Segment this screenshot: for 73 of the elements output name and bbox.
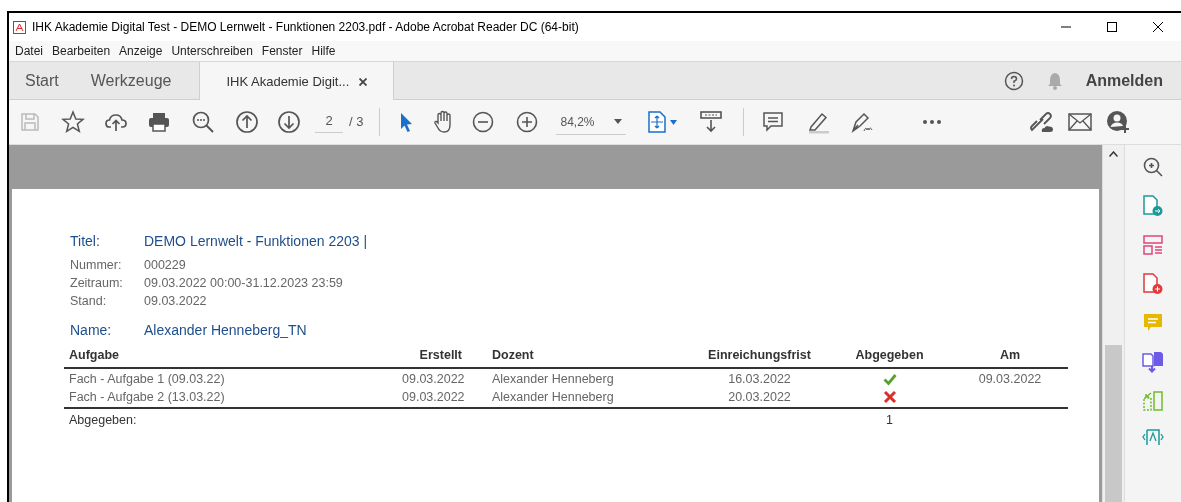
table-cell-text: Fach - Aufgabe 1 (09.03.22) <box>68 370 226 388</box>
menu-item[interactable]: Bearbeiten <box>51 42 112 60</box>
scroll-up-icon[interactable] <box>1109 151 1118 157</box>
combine-files-icon[interactable] <box>1142 351 1164 373</box>
field-label: Titel: <box>70 232 101 251</box>
table-cell-text: Alexander Henneberg <box>491 388 615 406</box>
close-tab-icon[interactable] <box>359 77 368 86</box>
summary-label: Abgegeben: <box>68 411 138 429</box>
add-user-icon[interactable] <box>1106 110 1131 134</box>
highlighter-icon[interactable] <box>806 110 831 134</box>
field-label: Nummer: <box>70 257 123 274</box>
column-header: Erstellt <box>418 347 462 364</box>
pdf-app-icon <box>13 20 26 34</box>
sign-in-button[interactable]: Anmelden <box>1085 68 1163 93</box>
page-number-field[interactable]: 2 <box>315 110 343 134</box>
table-cell-text: 09.03.2022 <box>977 370 1043 388</box>
create-pdf-icon[interactable] <box>1143 273 1163 295</box>
menu-item[interactable]: Datei <box>14 42 44 60</box>
zoom-in-icon[interactable] <box>516 111 539 133</box>
tab[interactable]: IHK Akademie Digit... <box>199 62 395 101</box>
field-value: 09.03.2022 <box>144 293 207 310</box>
fit-page-button[interactable] <box>648 111 678 133</box>
column-header: Aufgabe <box>68 347 120 364</box>
window-title: IHK Akademie Digital Test - DEMO Lernwelt - Funktionen 2203.pdf - Adobe Acrobat Reader DC (64-bit) <box>32 19 579 36</box>
scrollbar-thumb[interactable] <box>1105 345 1122 502</box>
star-icon[interactable] <box>61 110 85 134</box>
export-pdf-icon[interactable] <box>1143 195 1163 217</box>
caret-icon <box>614 119 623 124</box>
scrollbar[interactable] <box>1102 145 1124 502</box>
zoom-out-icon[interactable] <box>472 111 495 133</box>
organize-pages-icon[interactable] <box>1143 235 1163 255</box>
summary-count: 1 <box>885 411 894 429</box>
column-header: Dozent <box>491 347 535 364</box>
tab[interactable]: Start <box>9 62 75 100</box>
table-cell-text: 16.03.2022 <box>727 370 792 388</box>
caret-icon <box>670 119 678 125</box>
page-up-icon[interactable] <box>235 110 259 134</box>
table-cell-text: 20.03.2022 <box>727 388 792 406</box>
field-value: 000229 <box>144 257 186 274</box>
menu-item[interactable]: Hilfe <box>310 42 337 60</box>
mail-icon[interactable] <box>1068 112 1093 132</box>
column-header: Einreichungsfrist <box>707 347 812 364</box>
table-cell-text: 09.03.2022 <box>402 388 462 406</box>
table-cell-text: Alexander Henneberg <box>491 370 615 388</box>
fit-page-icon <box>648 111 667 133</box>
tab[interactable]: Werkzeuge <box>74 62 188 100</box>
zoom-icon[interactable] <box>1143 157 1163 177</box>
column-header: Am <box>998 347 1022 364</box>
table-cell-text: 09.03.2022 <box>402 370 462 388</box>
field-value: 09.03.2022 00:00-31.12.2023 23:59 <box>144 275 343 292</box>
more-icon[interactable] <box>922 119 943 125</box>
comment-icon[interactable] <box>762 111 785 133</box>
table-cell-text: Fach - Aufgabe 2 (13.03.22) <box>68 388 226 406</box>
field-label: Zeitraum: <box>70 275 124 292</box>
zoom-dropdown[interactable]: 84,2% <box>556 109 627 135</box>
search-icon[interactable] <box>191 110 215 134</box>
participant-name: Alexander Henneberg_TN <box>144 321 307 340</box>
menu-item[interactable]: Fenster <box>260 42 304 60</box>
field-label: Stand: <box>70 293 108 310</box>
convert-pdf-icon[interactable] <box>1142 429 1164 445</box>
field-label: Name: <box>70 321 113 340</box>
help-icon[interactable] <box>1003 70 1024 91</box>
document-title: DEMO Lernwelt - Funktionen 2203 | <box>144 232 368 251</box>
page-down-icon[interactable] <box>277 110 301 134</box>
pen-sign-icon[interactable] <box>850 110 875 134</box>
zoom-value: 84,2% <box>560 113 595 131</box>
column-header: Abgegeben <box>854 347 925 364</box>
menu-item[interactable]: Unterschreiben <box>170 42 254 60</box>
scroll-mode-icon[interactable] <box>699 110 724 134</box>
link-cloud-icon[interactable] <box>1028 110 1055 134</box>
print-icon[interactable] <box>147 110 171 134</box>
menu-item[interactable]: Anzeige <box>118 42 164 60</box>
page-total: / 3 <box>349 113 364 132</box>
